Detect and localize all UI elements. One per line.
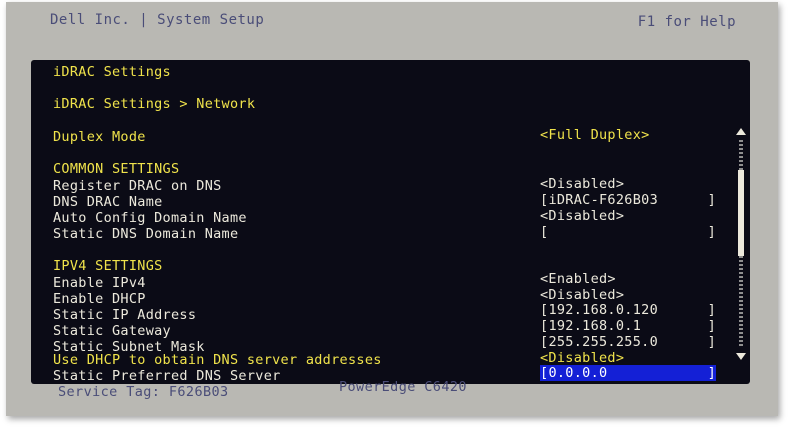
ipv4-settings-heading: IPV4 SETTINGS [53,258,163,274]
static-ip-field[interactable]: [192.168.0.120] [540,302,716,318]
enable-ipv4-select[interactable]: <Enabled> [540,271,616,287]
static-ip-label: Static IP Address [53,307,197,323]
dhcp-dns-label: Use DHCP to obtain DNS server addresses [53,352,382,368]
system-setup-screen: Dell Inc. | System Setup F1 for Help iDR… [6,2,778,416]
static-subnet-field[interactable]: [255.255.255.0] [540,334,716,350]
service-tag: Service Tag: F626B03 [58,384,229,400]
enable-dhcp-label: Enable DHCP [53,291,146,307]
enable-ipv4-label: Enable IPv4 [53,275,146,291]
common-settings-heading: COMMON SETTINGS [53,161,180,177]
dhcp-dns-select[interactable]: <Disabled> [540,350,624,366]
static-gateway-label: Static Gateway [53,323,171,339]
register-drac-dns-label: Register DRAC on DNS [53,178,222,194]
panel-heading: iDRAC Settings [53,64,171,80]
scroll-thumb[interactable] [738,170,744,256]
static-ip-value: 192.168.0.120 [548,302,658,318]
dns-drac-name-field[interactable]: [iDRAC-F626B03] [540,192,716,208]
static-gateway-value: 192.168.0.1 [548,318,642,334]
enable-dhcp-select[interactable]: <Disabled> [540,287,624,303]
preferred-dns-field[interactable]: [0.0.0.0] [540,365,716,381]
scroll-up-arrow-icon[interactable] [736,128,746,135]
static-dns-domain-label: Static DNS Domain Name [53,226,239,242]
preferred-dns-value: 0.0.0.0 [548,365,608,381]
scroll-down-arrow-icon[interactable] [736,353,746,360]
breadcrumb: iDRAC Settings > Network [53,96,256,112]
duplex-mode-select[interactable]: <Full Duplex> [540,127,650,143]
register-drac-dns-select[interactable]: <Disabled> [540,176,624,192]
header-bar: Dell Inc. | System Setup F1 for Help [6,2,778,48]
dns-drac-name-label: DNS DRAC Name [53,194,163,210]
scrollbar[interactable] [736,128,748,360]
settings-panel: iDRAC Settings iDRAC Settings > Network … [31,60,750,384]
static-subnet-value: 255.255.255.0 [548,334,658,350]
auto-config-domain-select[interactable]: <Disabled> [540,208,624,224]
help-hint[interactable]: F1 for Help [638,14,736,30]
auto-config-domain-label: Auto Config Domain Name [53,210,247,226]
dns-drac-name-value: iDRAC-F626B03 [548,192,658,208]
static-dns-domain-field[interactable]: [] [540,224,716,240]
duplex-mode-label: Duplex Mode [53,129,146,145]
footer-bar: Service Tag: F626B03 PowerEdge C6420 [6,379,778,416]
app-title: Dell Inc. | System Setup [50,12,265,28]
server-model: PowerEdge C6420 [339,379,467,395]
static-gateway-field[interactable]: [192.168.0.1] [540,318,716,334]
